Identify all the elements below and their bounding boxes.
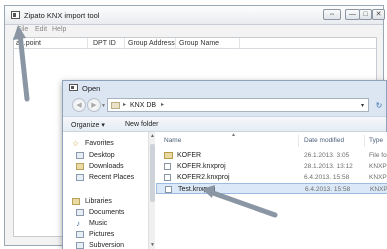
dialog-toolbar: Organize ▾ New folder [63, 116, 386, 132]
file-row-kofer[interactable]: KOFER 26.1.2013. 3:05 File fo [156, 150, 387, 161]
column-header-date-modified[interactable]: Date modified [304, 137, 344, 144]
column-divider [298, 135, 299, 147]
folder-icon [111, 102, 120, 109]
recent-places-icon [76, 174, 84, 181]
nav-label: Libraries [85, 198, 112, 205]
minimize-button[interactable]: — [345, 9, 360, 20]
column-divider [239, 38, 240, 49]
nav-downloads[interactable]: Downloads [76, 163, 124, 170]
column-header-group-name[interactable]: Group Name [179, 40, 219, 47]
file-icon [165, 186, 172, 193]
menu-help[interactable]: Help [52, 26, 66, 33]
column-divider [124, 38, 125, 49]
nav-recent-places[interactable]: Recent Places [76, 174, 134, 181]
nav-label: Subversion [89, 242, 125, 249]
scroll-thumb[interactable] [150, 144, 155, 202]
nav-label: Recent Places [89, 174, 135, 181]
breadcrumb-separator[interactable]: ▸ [161, 101, 164, 108]
file-name: KOFER2.knxproj [177, 174, 230, 181]
organize-button[interactable]: Organize ▾ [71, 121, 105, 129]
file-icon [164, 174, 171, 181]
nav-documents[interactable]: Documents [76, 209, 124, 216]
nav-favorites[interactable]: ☆ Favorites [72, 139, 114, 148]
address-dropdown-button[interactable]: ▾ [361, 102, 364, 109]
nav-pictures[interactable]: Pictures [76, 231, 114, 238]
file-type: KNXP [369, 163, 387, 170]
menu-file[interactable]: File [17, 26, 28, 33]
forward-button[interactable]: ▶ [87, 98, 101, 112]
scroll-down-arrow-icon[interactable]: ▼ [150, 242, 155, 248]
menu-edit[interactable]: Edit [35, 26, 47, 33]
nav-label: Favorites [85, 140, 114, 147]
file-list: ▲ Name Date modified Type KOFER 26.1.201… [156, 132, 387, 249]
column-header-dpt-id[interactable]: DPT ID [93, 40, 116, 47]
address-bar[interactable]: ▸ KNX DB ▸ ▾ [107, 98, 369, 112]
file-name: Test.knxproj [178, 186, 216, 193]
restore-button[interactable]: ⇔ [323, 9, 341, 20]
file-name: KOFER.knxproj [177, 163, 226, 170]
file-row-kofer2-knxproj[interactable]: KOFER2.knxproj 6.4.2013. 15:58 KNXP [156, 172, 387, 183]
file-icon [164, 163, 171, 170]
file-date: 28.1.2013. 13:12 [304, 163, 353, 170]
navigation-scrollbar[interactable]: ▲ ▼ [148, 132, 155, 249]
file-type: File fo [369, 152, 387, 159]
pictures-icon [76, 231, 84, 238]
libraries-icon [72, 198, 80, 205]
menu-bar: File Edit Help [5, 25, 383, 35]
nav-label: Downloads [89, 163, 124, 170]
column-header-type[interactable]: Type [369, 137, 383, 144]
file-name: KOFER [177, 152, 202, 159]
file-date: 6.4.2013. 15:58 [305, 186, 351, 193]
column-divider [175, 38, 176, 49]
refresh-button[interactable]: ↻ [371, 98, 387, 112]
music-icon: ♪ [76, 219, 80, 228]
recent-locations-dropdown[interactable]: ▼ [101, 103, 106, 109]
nav-desktop[interactable]: Desktop [76, 152, 115, 159]
app-titlebar: Zipato KNX import tool ⇔ — □ ✕ [5, 6, 385, 25]
file-type: KNXP [369, 174, 387, 181]
table-header: a...point DPT ID Group Address Group Nam… [14, 38, 376, 49]
nav-music[interactable]: ♪ Music [76, 219, 108, 228]
file-row-test-knxproj[interactable]: Test.knxproj 6.4.2013. 15:58 KNXP [156, 183, 387, 194]
nav-label: Pictures [89, 231, 115, 238]
nav-libraries[interactable]: Libraries [72, 198, 112, 205]
dialog-title: Open [82, 84, 101, 93]
breadcrumb-separator[interactable]: ▸ [123, 101, 126, 108]
documents-icon [76, 209, 84, 216]
dialog-titlebar: Open [63, 81, 386, 94]
nav-label: Documents [89, 209, 125, 216]
dialog-window-icon [69, 84, 78, 91]
file-date: 26.1.2013. 3:05 [304, 152, 350, 159]
breadcrumb-knx-db[interactable]: KNX DB [130, 102, 156, 109]
column-divider [364, 135, 365, 147]
nav-label: Desktop [89, 152, 115, 159]
desktop-icon [76, 152, 84, 159]
back-button[interactable]: ◀ [72, 98, 86, 112]
app-window-icon [11, 11, 20, 19]
file-row-kofer-knxproj[interactable]: KOFER.knxproj 28.1.2013. 13:12 KNXP [156, 161, 387, 172]
star-icon: ☆ [72, 139, 80, 148]
file-type: KNXP [370, 186, 387, 193]
downloads-icon [76, 163, 84, 170]
nav-label: Music [89, 220, 108, 227]
nav-subversion[interactable]: Subversion [76, 242, 124, 249]
navigation-pane: ☆ Favorites Desktop Downloads Recent Pla… [63, 132, 148, 249]
subversion-icon [76, 242, 84, 249]
dialog-body: ☆ Favorites Desktop Downloads Recent Pla… [63, 132, 387, 249]
file-date: 6.4.2013. 15:58 [304, 174, 350, 181]
column-header-name[interactable]: Name [164, 137, 181, 144]
open-dialog: Open ◀ ▶ ▼ ▸ KNX DB ▸ ▾ ↻ Organize ▾ New… [62, 80, 387, 249]
scroll-up-arrow-icon[interactable]: ▲ [150, 133, 155, 139]
column-header-datapoint[interactable]: a...point [16, 40, 41, 47]
dialog-navigation-bar: ◀ ▶ ▼ ▸ KNX DB ▸ ▾ ↻ [63, 95, 386, 116]
column-divider [87, 38, 88, 49]
new-folder-button[interactable]: New folder [125, 121, 158, 128]
column-header-group-address[interactable]: Group Address [128, 40, 175, 47]
folder-icon [164, 152, 173, 159]
close-button[interactable]: ✕ [372, 9, 385, 20]
app-title: Zipato KNX import tool [24, 11, 100, 20]
sort-indicator-icon: ▲ [231, 132, 236, 138]
maximize-button[interactable]: □ [359, 9, 372, 20]
